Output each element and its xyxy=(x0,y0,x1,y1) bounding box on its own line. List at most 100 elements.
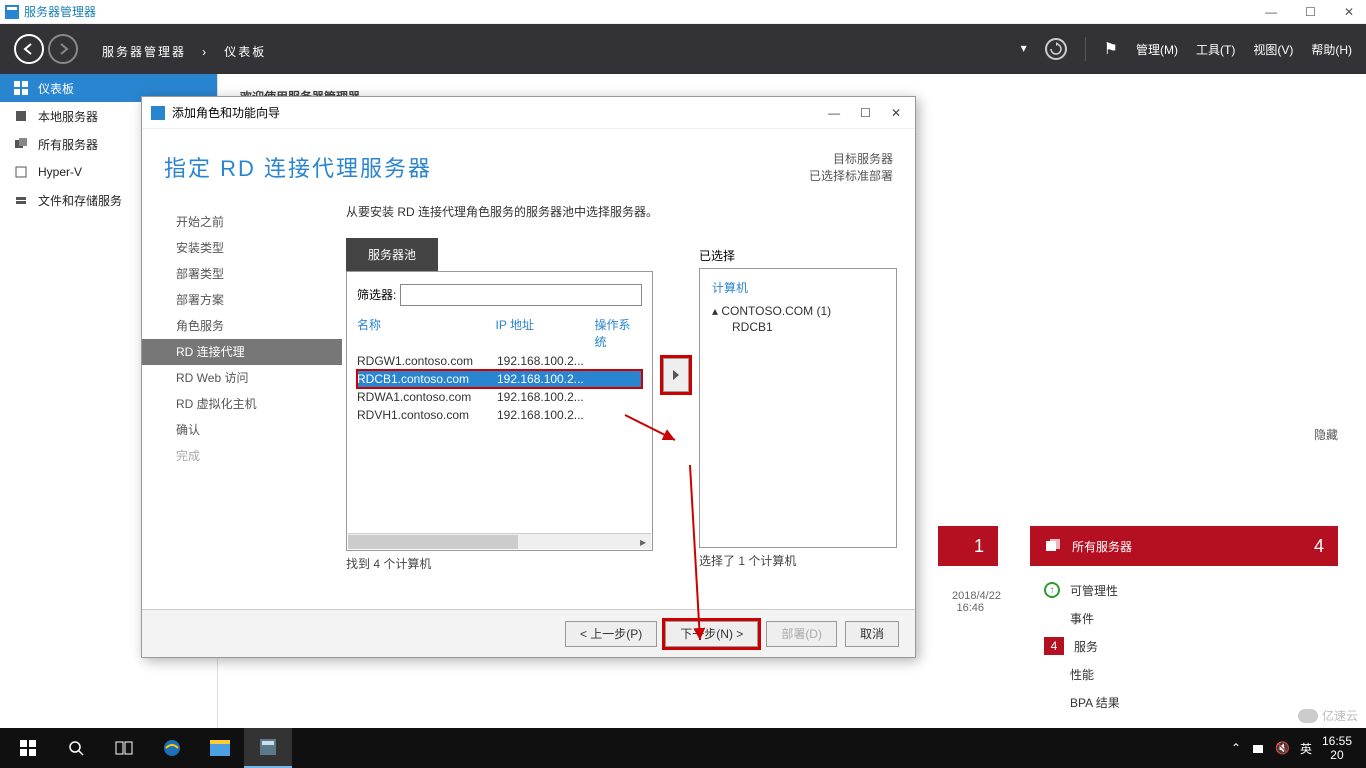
nav-back-button[interactable] xyxy=(14,34,44,64)
dashboard-icon xyxy=(14,81,28,95)
tile-count: 4 xyxy=(1314,536,1324,557)
header-divider xyxy=(1085,37,1086,61)
wizard-step-deploy-scenario[interactable]: 部署方案 xyxy=(142,287,342,313)
wizard-title: 添加角色和功能向导 xyxy=(172,104,280,121)
watermark-logo-icon xyxy=(1298,709,1318,723)
tile-timestamp: 2018/4/22 16:46 xyxy=(938,586,998,618)
sidebar-label: 所有服务器 xyxy=(38,136,98,153)
col-name[interactable]: 名称 xyxy=(357,316,496,350)
crumb-root: 服务器管理器 xyxy=(102,45,186,59)
dropdown-caret-icon[interactable]: ▾ xyxy=(1021,41,1027,55)
prev-button[interactable]: < 上一步(P) xyxy=(565,621,657,647)
scroll-right-icon[interactable]: ▸ xyxy=(635,534,651,550)
pool-row[interactable]: RDWA1.contoso.com192.168.100.2... xyxy=(357,388,642,406)
tile-item: 1 2018/4/22 16:46 xyxy=(938,526,998,746)
wizard-titlebar: 添加角色和功能向导 — ☐ ✕ xyxy=(142,97,915,129)
tile-all-servers: 所有服务器 4 ↑可管理性 事件 4服务 性能 BPA 结果 2018/4/22… xyxy=(1030,526,1338,746)
tray-ime[interactable]: 英 xyxy=(1300,740,1312,757)
task-view-button[interactable] xyxy=(100,728,148,768)
col-ip[interactable]: IP 地址 xyxy=(496,316,595,350)
app-icon xyxy=(4,4,20,20)
wizard-target-value: 已选择标准部署 xyxy=(809,168,893,185)
wizard-description: 从要安装 RD 连接代理角色服务的服务器池中选择服务器。 xyxy=(346,203,897,220)
pool-row[interactable]: RDVH1.contoso.com192.168.100.2... xyxy=(357,406,642,424)
horizontal-scrollbar[interactable]: ▸ xyxy=(348,533,651,549)
taskbar-server-manager[interactable] xyxy=(244,728,292,768)
pool-tab[interactable]: 服务器池 xyxy=(346,238,438,271)
sidebar-label: 文件和存储服务 xyxy=(38,192,122,209)
wizard-footer: < 上一步(P) 下一步(N) > 部署(D) 取消 xyxy=(142,609,915,657)
wizard-heading: 指定 RD 连接代理服务器 xyxy=(164,151,432,183)
sidebar-label: Hyper-V xyxy=(38,165,82,179)
server-icon xyxy=(14,109,28,123)
start-button[interactable] xyxy=(4,728,52,768)
wizard-nav: 开始之前 安装类型 部署类型 部署方案 角色服务 RD 连接代理 RD Web … xyxy=(142,203,342,621)
filter-input[interactable] xyxy=(400,284,642,306)
filter-label: 筛选器: xyxy=(357,286,396,303)
tile-row-services[interactable]: 4服务 xyxy=(1044,632,1324,660)
tile-row-events[interactable]: 事件 xyxy=(1044,604,1324,632)
hide-link[interactable]: 隐藏 xyxy=(1314,426,1338,443)
crumb-separator-icon: › xyxy=(202,45,208,59)
wizard-close-button[interactable]: ✕ xyxy=(891,106,901,120)
wizard-icon xyxy=(150,105,166,121)
watermark: 亿速云 xyxy=(1298,707,1358,724)
wizard-step-role-services[interactable]: 角色服务 xyxy=(142,313,342,339)
tray-network-icon[interactable] xyxy=(1251,741,1265,755)
wizard-step-rd-broker[interactable]: RD 连接代理 xyxy=(142,339,342,365)
wizard-step-rd-web[interactable]: RD Web 访问 xyxy=(142,365,342,391)
tile-count: 1 xyxy=(974,536,984,557)
menu-help[interactable]: 帮助(H) xyxy=(1311,41,1352,58)
taskbar-explorer[interactable] xyxy=(196,728,244,768)
wizard-step-confirm[interactable]: 确认 xyxy=(142,417,342,443)
next-button[interactable]: 下一步(N) > xyxy=(665,621,758,647)
search-button[interactable] xyxy=(52,728,100,768)
crumb-page: 仪表板 xyxy=(224,45,266,59)
close-button[interactable]: ✕ xyxy=(1344,5,1354,19)
taskbar: ⌃ 🔇 英 16:55 20 xyxy=(0,728,1366,768)
minimize-button[interactable]: — xyxy=(1265,5,1277,19)
wizard-step-deploy-type[interactable]: 部署类型 xyxy=(142,261,342,287)
selected-domain[interactable]: ▴ CONTOSO.COM (1) xyxy=(712,304,884,318)
col-os[interactable]: 操作系统 xyxy=(594,316,642,350)
wizard-step-install-type[interactable]: 安装类型 xyxy=(142,235,342,261)
menu-view[interactable]: 视图(V) xyxy=(1253,41,1293,58)
deploy-button: 部署(D) xyxy=(766,621,837,647)
sidebar-label: 仪表板 xyxy=(38,80,74,97)
wizard-step-before[interactable]: 开始之前 xyxy=(142,209,342,235)
status-up-icon: ↑ xyxy=(1044,582,1060,598)
menu-tools[interactable]: 工具(T) xyxy=(1196,41,1235,58)
tile-header[interactable]: 所有服务器 4 xyxy=(1030,526,1338,566)
wizard-maximize-button[interactable]: ☐ xyxy=(860,106,871,120)
selected-server[interactable]: RDCB1 xyxy=(712,320,884,334)
sidebar-label: 本地服务器 xyxy=(38,108,98,125)
tile-row-manageability[interactable]: ↑可管理性 xyxy=(1044,576,1324,604)
pool-row-selected[interactable]: RDCB1.contoso.com192.168.100.2... xyxy=(357,370,642,388)
add-server-button[interactable] xyxy=(663,358,689,392)
tile-row-performance[interactable]: 性能 xyxy=(1044,660,1324,688)
wizard-step-complete: 完成 xyxy=(142,443,342,469)
storage-icon xyxy=(14,193,28,207)
selected-box: 计算机 ▴ CONTOSO.COM (1) RDCB1 xyxy=(699,268,897,548)
refresh-button[interactable] xyxy=(1045,38,1067,60)
tile-header[interactable]: 1 xyxy=(938,526,998,566)
pool-row[interactable]: RDGW1.contoso.com192.168.100.2... xyxy=(357,352,642,370)
cancel-button[interactable]: 取消 xyxy=(845,621,899,647)
servers-icon xyxy=(1044,537,1062,555)
tray-clock[interactable]: 16:55 20 xyxy=(1322,734,1352,763)
selected-footer: 选择了 1 个计算机 xyxy=(699,548,897,569)
tile-title: 所有服务器 xyxy=(1072,538,1132,555)
taskbar-ie[interactable] xyxy=(148,728,196,768)
tray-volume-icon[interactable]: 🔇 xyxy=(1275,741,1290,755)
hyperv-icon xyxy=(14,165,28,179)
maximize-button[interactable]: ☐ xyxy=(1305,5,1316,19)
nav-forward-button[interactable] xyxy=(48,34,78,64)
tile-row-bpa[interactable]: BPA 结果 xyxy=(1044,688,1324,716)
wizard-minimize-button[interactable]: — xyxy=(828,106,840,120)
menu-manage[interactable]: 管理(M) xyxy=(1136,41,1178,58)
tray-up-icon[interactable]: ⌃ xyxy=(1231,741,1241,755)
notifications-flag-icon[interactable]: ⚑ xyxy=(1104,39,1118,59)
count-badge: 4 xyxy=(1044,637,1064,655)
header-bar: 服务器管理器 › 仪表板 ▾ ⚑ 管理(M) 工具(T) 视图(V) 帮助(H) xyxy=(0,24,1366,74)
wizard-step-rd-virt[interactable]: RD 虚拟化主机 xyxy=(142,391,342,417)
